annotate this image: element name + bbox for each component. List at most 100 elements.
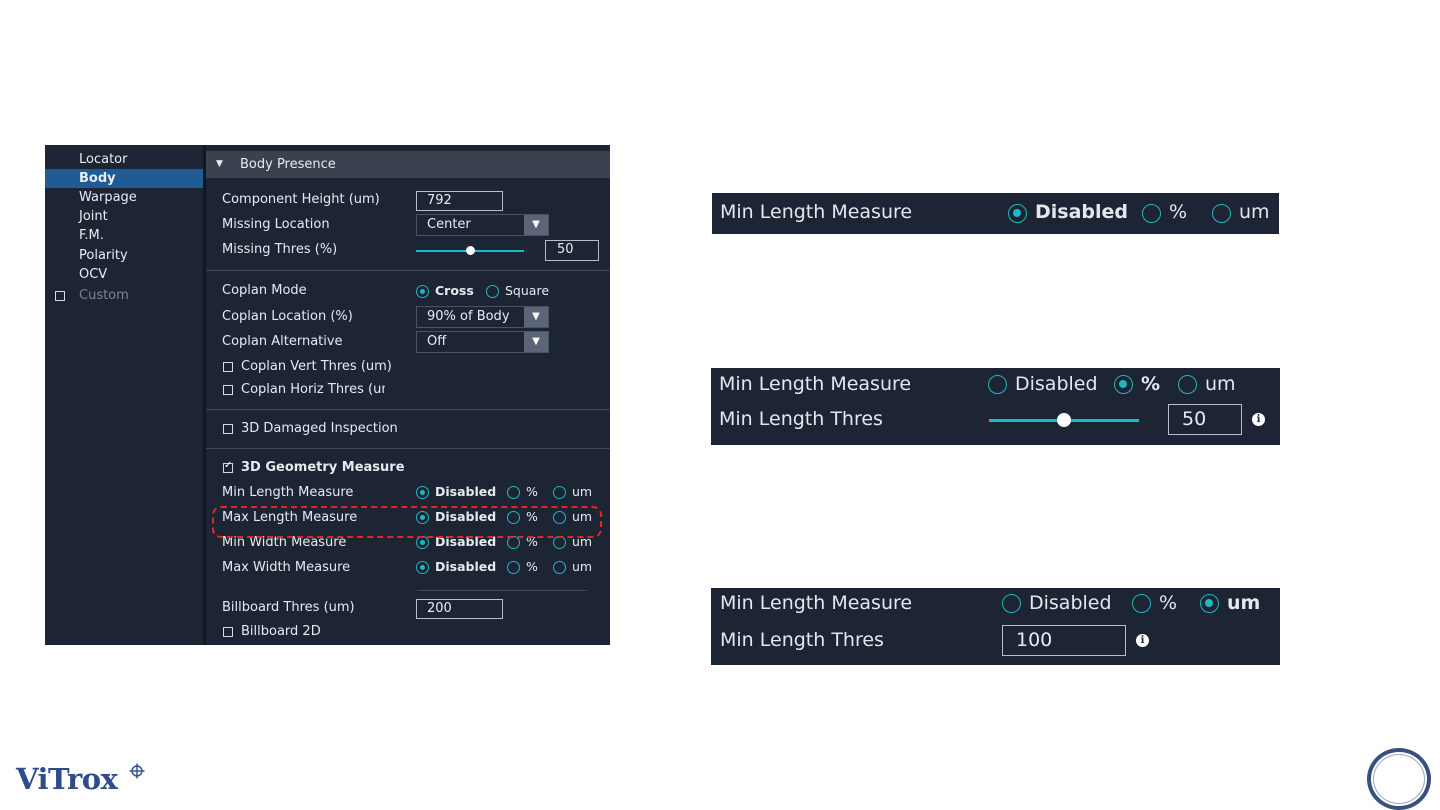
slider-knob[interactable] [465,246,475,255]
um-label: um [1227,592,1261,614]
coplan-square-radio[interactable] [486,285,499,298]
disabled-label: Disabled [1035,201,1129,223]
nav-item-custom: Custom [79,288,129,303]
disabled-radio[interactable] [988,375,1007,394]
disabled-label: Disabled [1015,373,1098,395]
disabled-label: Disabled [1029,592,1112,614]
geometry-option-label: % [526,484,538,499]
coplan-cross-label: Cross [435,283,474,298]
nav-item-ocv[interactable]: OCV [45,265,203,284]
min-length-measure-label: Min Length Measure [719,373,912,395]
billboard-thres-label: Billboard Thres (um) [222,600,355,615]
geometry-option-label: um [572,559,593,574]
geometry-label: 3D Geometry Measure [241,460,405,475]
nav-item-fm[interactable]: F.M. [45,226,203,245]
dropdown-arrow-icon: ▼ [524,307,548,327]
coplan-alternative-value: Off [427,334,447,349]
crosshair-icon [129,763,145,779]
highlight-box [212,506,602,538]
um-radio[interactable] [1200,594,1219,613]
min-length-thres-input[interactable]: 100 [1002,625,1126,656]
slider-knob[interactable] [1057,413,1071,427]
geometry-option-radio[interactable] [507,486,520,499]
percent-radio[interactable] [1132,594,1151,613]
component-height-input[interactable]: 792 [416,191,503,211]
nav-item-locator[interactable]: Locator [45,150,203,169]
coplan-mode-label: Coplan Mode [222,283,307,298]
geometry-option-radio[interactable] [553,561,566,574]
coplan-location-label: Coplan Location (%) [222,309,353,324]
geometry-row-label: Max Width Measure [222,560,351,575]
zoom-panel-um: Min Length Measure Disabled % um Min Len… [711,588,1280,665]
min-length-thres-input[interactable]: 50 [1168,404,1242,435]
section-title: Body Presence [240,157,336,172]
section-separator [417,590,587,591]
coplan-alternative-select[interactable]: Off ▼ [416,331,549,353]
geometry-checkbox[interactable] [223,460,233,473]
billboard-thres-input[interactable]: 200 [416,599,503,619]
dropdown-arrow-icon: ▼ [524,332,548,352]
percent-radio[interactable] [1142,204,1161,223]
damaged-checkbox[interactable] [223,424,233,434]
coplan-location-select[interactable]: 90% of Body ▼ [416,306,549,328]
geometry-option-radio[interactable] [553,486,566,499]
section-separator [206,448,610,449]
missing-location-select[interactable]: Center ▼ [416,214,549,236]
min-length-thres-label: Min Length Thres [719,408,883,430]
geometry-option-label: um [572,484,593,499]
section-header-body-presence[interactable]: ▼ Body Presence [206,151,610,178]
coplan-horiz-label: Coplan Horiz Thres (um [241,382,385,397]
geometry-row-label: Min Length Measure [222,485,354,500]
min-length-thres-label: Min Length Thres [720,629,884,651]
um-label: um [1205,373,1236,395]
geometry-option-label: % [526,559,538,574]
settings-panel: Locator Body Warpage Joint F.M. Polarity… [45,145,610,645]
info-icon[interactable]: i [1136,634,1149,647]
geometry-option-label: Disabled [435,559,497,574]
panel-divider[interactable] [203,145,206,645]
zoom-panel-disabled: Min Length Measure Disabled % um [712,193,1279,234]
billboard-2d-label: Billboard 2D [241,624,321,639]
um-radio[interactable] [1178,375,1197,394]
geometry-option-radio[interactable] [416,561,429,574]
damaged-label: 3D Damaged Inspection [241,421,398,436]
dropdown-arrow-icon: ▼ [524,215,548,235]
inspection-nav: Locator Body Warpage Joint F.M. Polarity… [45,145,203,645]
coplan-location-value: 90% of Body [427,309,510,324]
component-height-label: Component Height (um) [222,192,380,207]
nav-item-joint[interactable]: Joint [45,207,203,226]
section-separator [206,409,610,410]
coplan-horiz-checkbox[interactable] [223,385,233,395]
missing-location-value: Center [427,217,471,232]
percent-label: % [1141,373,1161,395]
coplan-cross-radio[interactable] [416,285,429,298]
min-length-measure-label: Min Length Measure [720,592,913,614]
nav-item-polarity[interactable]: Polarity [45,246,203,265]
nav-item-warpage[interactable]: Warpage [45,188,203,207]
missing-location-label: Missing Location [222,217,330,232]
nav-item-body[interactable]: Body [45,169,203,188]
missing-thres-label: Missing Thres (%) [222,242,338,257]
percent-label: % [1159,592,1178,614]
coplan-vert-label: Coplan Vert Thres (um) [241,359,392,374]
disabled-radio[interactable] [1008,204,1027,223]
geometry-option-radio[interactable] [507,561,520,574]
section-separator [206,270,610,271]
zoom-panel-percent: Min Length Measure Disabled % um Min Len… [711,368,1280,445]
um-radio[interactable] [1212,204,1231,223]
um-label: um [1239,201,1270,223]
coplan-vert-checkbox[interactable] [223,362,233,372]
vitrox-logo: ViTrox [16,762,118,796]
geometry-option-radio[interactable] [416,486,429,499]
geometry-option-label: Disabled [435,484,497,499]
triangle-down-icon: ▼ [216,159,223,169]
coplan-alternative-label: Coplan Alternative [222,334,343,349]
coplan-square-label: Square [505,283,550,298]
billboard-2d-checkbox[interactable] [223,627,233,637]
disabled-radio[interactable] [1002,594,1021,613]
page-number-badge-inner [1373,754,1425,804]
percent-label: % [1169,201,1188,223]
info-icon[interactable]: i [1252,413,1265,426]
missing-thres-input[interactable]: 50 [545,240,599,261]
percent-radio[interactable] [1114,375,1133,394]
